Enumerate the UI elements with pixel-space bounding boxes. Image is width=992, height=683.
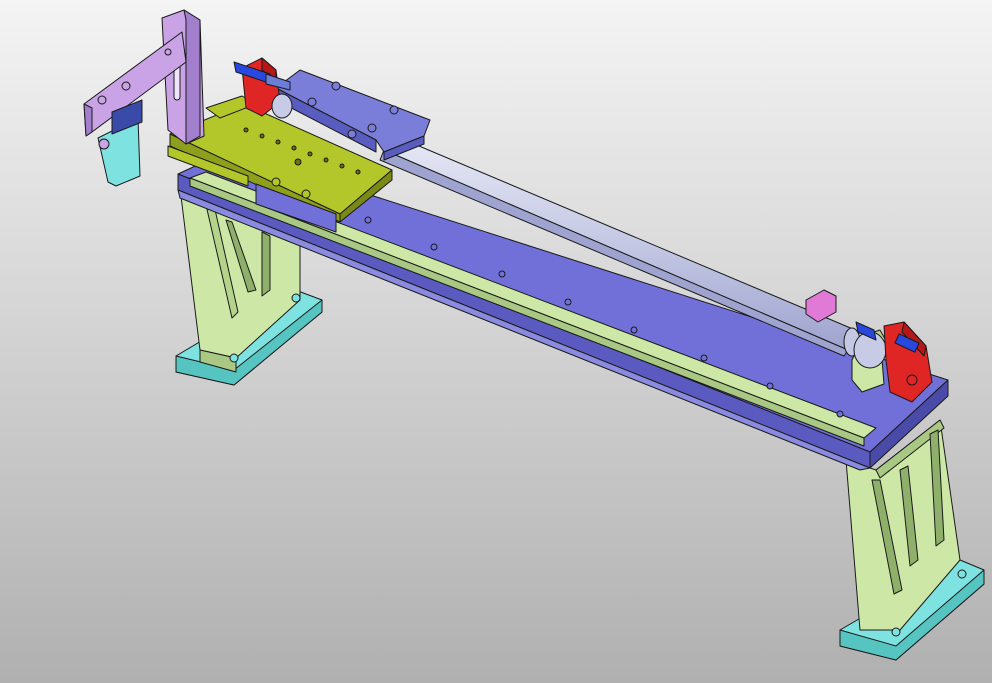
linear-module-assembly xyxy=(0,0,992,683)
cad-viewport[interactable] xyxy=(0,0,992,683)
